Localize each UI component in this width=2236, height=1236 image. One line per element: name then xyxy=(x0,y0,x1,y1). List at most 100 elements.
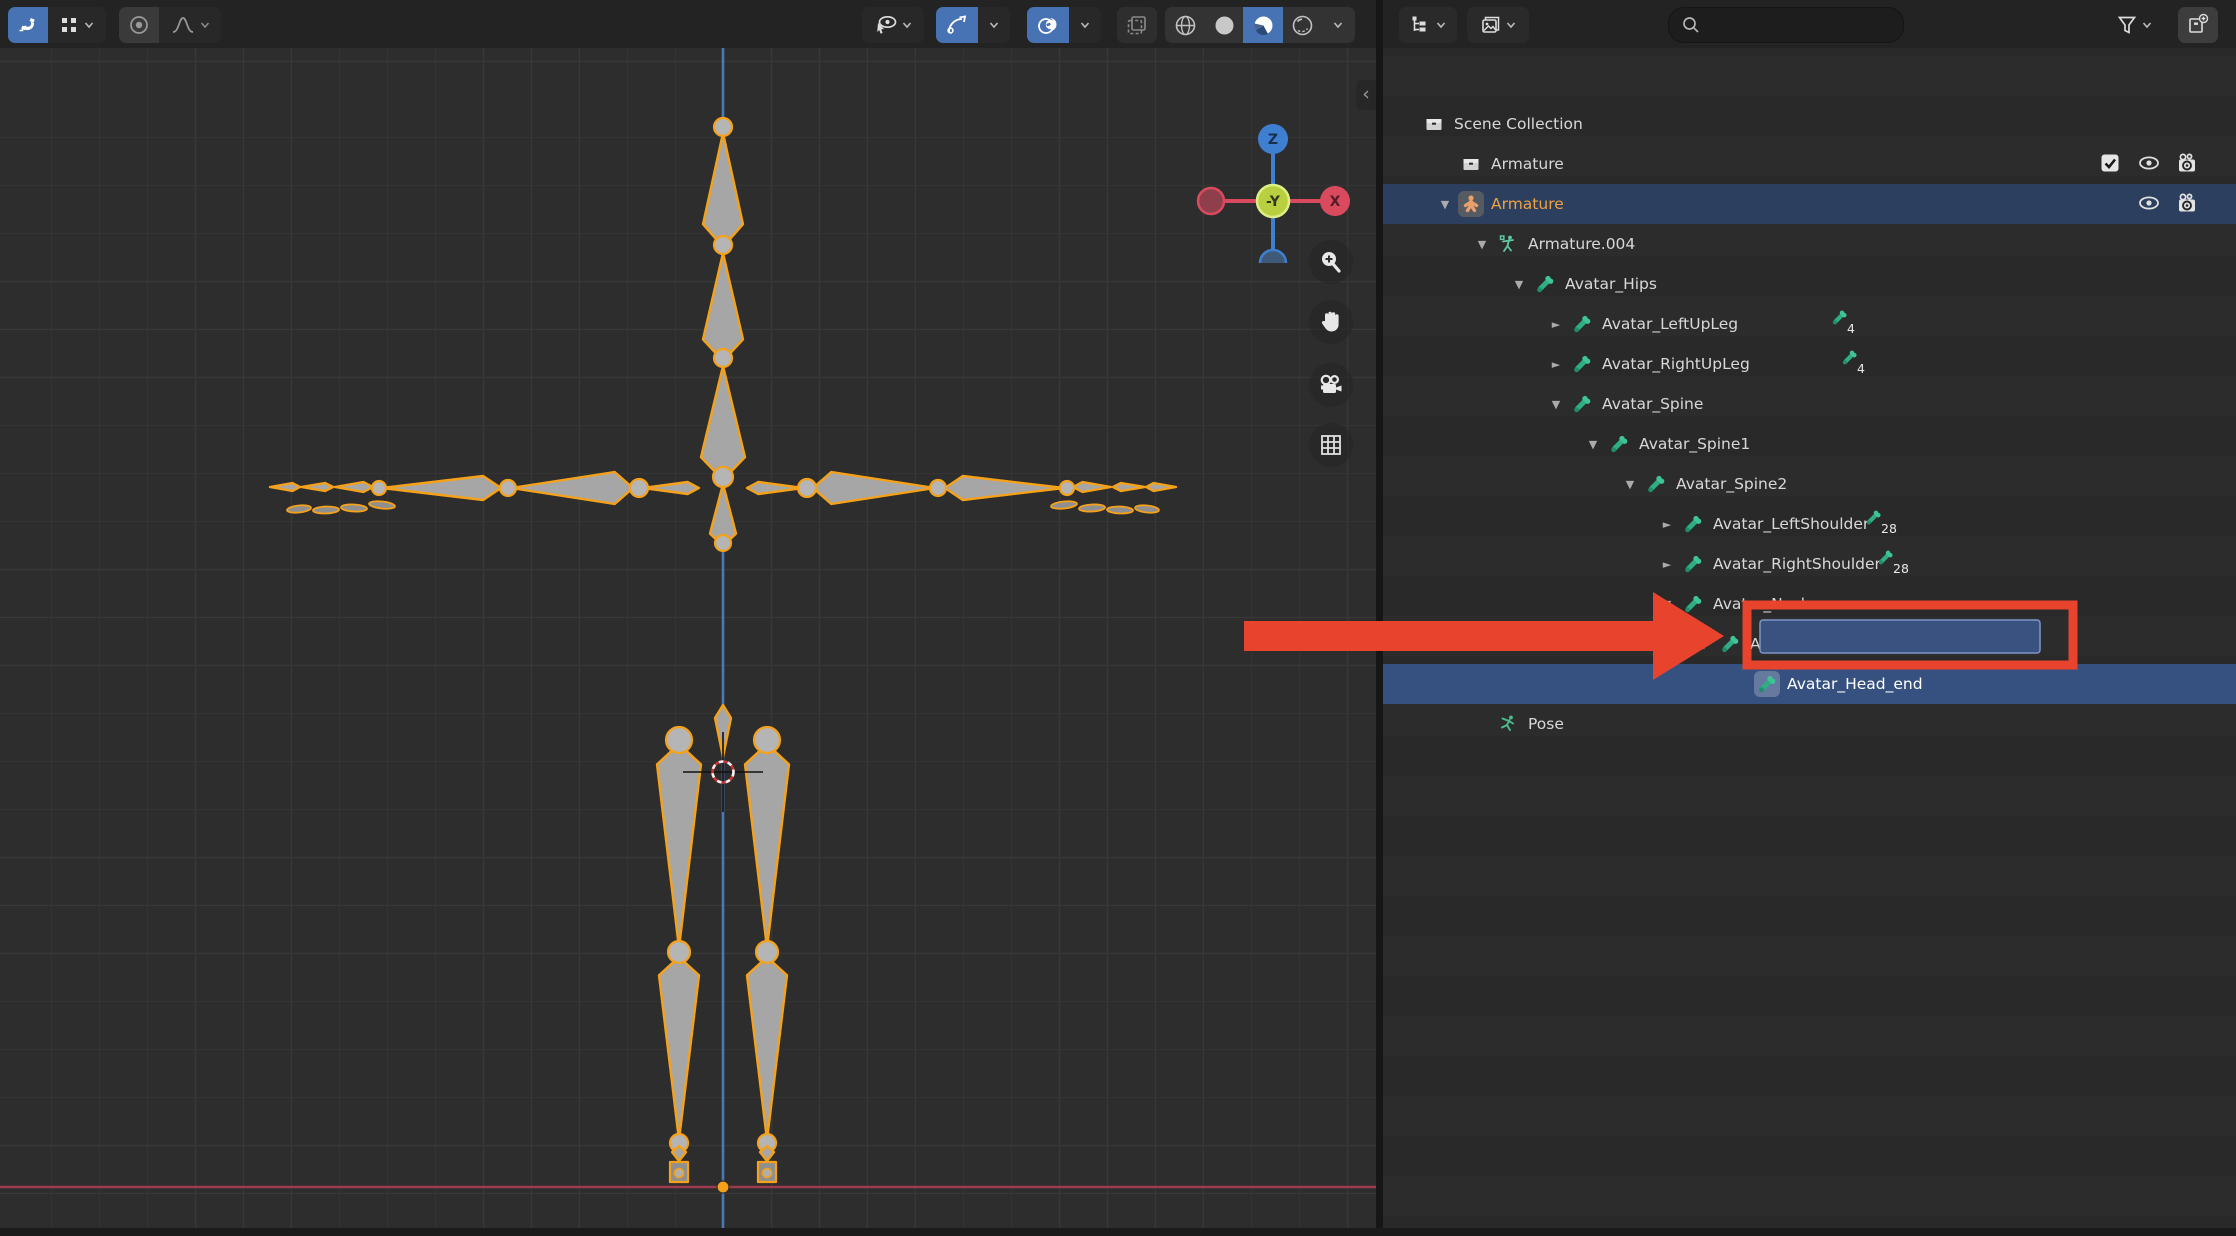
overlays-dropdown[interactable] xyxy=(1069,7,1101,43)
gizmo-icon xyxy=(946,14,968,36)
outliner-row-avatar-leftupleg[interactable]: ► Avatar_LeftUpLeg 4 xyxy=(1383,304,2236,344)
selectability-dropdown[interactable] xyxy=(862,7,924,43)
search-input[interactable] xyxy=(1668,7,1904,43)
gizmo-z-label: Z xyxy=(1268,132,1278,148)
chevron-down-icon xyxy=(989,20,999,30)
outliner-row-avatar-leftshoulder[interactable]: ►Avatar_LeftShoulder28 xyxy=(1383,504,2236,544)
row-label: Avatar_LeftUpLeg xyxy=(1602,315,1738,333)
disable-render-icon[interactable] xyxy=(2175,152,2199,176)
shading-material-button[interactable] xyxy=(1243,7,1283,43)
outliner-row-avatar-spine[interactable]: ▼Avatar_Spine xyxy=(1383,384,2236,424)
expander-closed-icon[interactable]: ► xyxy=(1654,518,1680,531)
outliner-row-avatar-spine1[interactable]: ▼ Avatar_Spine1 xyxy=(1383,424,2236,464)
armature-canvas xyxy=(0,48,1376,1228)
zoom-tool-icon xyxy=(1318,249,1344,275)
bone-icon xyxy=(1680,591,1706,617)
overlays-icon xyxy=(1037,14,1059,36)
expander-open-icon[interactable]: ▼ xyxy=(1543,398,1569,411)
display-mode-dropdown[interactable] xyxy=(1467,7,1529,43)
bone-icon xyxy=(1643,471,1669,497)
xray-toggle-button[interactable] xyxy=(1117,7,1157,43)
xray-icon xyxy=(1125,13,1149,37)
bone-icon xyxy=(1680,511,1706,537)
bone-count: 4 xyxy=(1847,321,1855,336)
shading-wireframe-button[interactable] xyxy=(1165,7,1205,43)
proportional-edit-button[interactable] xyxy=(119,7,159,43)
bone-count-badge: 28 xyxy=(1865,509,1905,539)
snap-toggle-button[interactable] xyxy=(8,7,48,43)
outliner-row-avatar-hips[interactable]: ▼ Avatar_Hips xyxy=(1383,264,2236,304)
row-label: Avatar_Neck xyxy=(1713,595,1810,613)
filter-dropdown[interactable] xyxy=(2105,7,2163,43)
bone-count-badge: 28 xyxy=(1877,549,1917,579)
shading-rendered-button[interactable] xyxy=(1283,7,1321,43)
expander-closed-icon[interactable]: ► xyxy=(1543,318,1569,331)
row-label: Armature xyxy=(1491,195,1564,213)
pan-tool-button[interactable] xyxy=(1309,300,1353,344)
outliner-row-armature-004[interactable]: ▼Armature.004 xyxy=(1383,224,2236,264)
outliner-row-avatar-neck[interactable]: ▼ Avatar_Neck xyxy=(1383,584,2236,624)
collection-icon xyxy=(1421,111,1447,137)
expander-open-icon[interactable]: ▼ xyxy=(1580,438,1606,451)
bone-icon xyxy=(1606,431,1632,457)
editor-separator[interactable] xyxy=(1376,0,1383,1236)
expander-open-icon[interactable]: ▼ xyxy=(1617,478,1643,491)
outliner-row-armature[interactable]: Armature xyxy=(1383,144,2236,184)
armature-object-icon xyxy=(1458,191,1484,217)
expander-open-icon[interactable]: ▼ xyxy=(1432,198,1458,211)
outliner-editor-icon xyxy=(1410,14,1432,36)
filter-funnel-icon xyxy=(2116,14,2138,36)
outliner-panel: Scene Collection Armature ▼ Armature ▼Armatu… xyxy=(1383,48,2236,1228)
navigation-gizmo[interactable]: XZ-Y xyxy=(1185,73,1365,263)
bone-count-badge: 4 xyxy=(1841,349,1881,379)
pan-hand-icon xyxy=(1318,309,1344,335)
editor-type-dropdown[interactable] xyxy=(1399,7,1457,43)
row-label: Scene Collection xyxy=(1454,115,1583,133)
row-label: Pose xyxy=(1528,715,1564,733)
expander-open-icon[interactable]: ▼ xyxy=(1469,238,1495,251)
shading-dropdown[interactable] xyxy=(1321,7,1355,43)
sidebar-collapse-arrow[interactable]: ‹ xyxy=(1356,80,1376,110)
outliner-row-avatar-rightshoulder[interactable]: ►Avatar_RightShoulder28 xyxy=(1383,544,2236,584)
chevron-down-icon xyxy=(1506,20,1516,30)
search-icon xyxy=(1681,15,1701,35)
outliner-row-pose[interactable]: Pose xyxy=(1383,704,2236,744)
row-label: Avatar_Head xyxy=(1750,635,1849,653)
row-label: Avatar_Hips xyxy=(1565,275,1657,293)
disable-render-icon[interactable] xyxy=(2175,192,2199,216)
outliner-row-scene-collection[interactable]: Scene Collection xyxy=(1383,104,2236,144)
show-overlays-button[interactable] xyxy=(1027,7,1069,43)
expander-open-icon[interactable]: ▼ xyxy=(1506,278,1532,291)
expander-closed-icon[interactable]: ► xyxy=(1654,558,1680,571)
row-label: Avatar_Spine1 xyxy=(1639,435,1750,453)
grid-ortho-button[interactable] xyxy=(1309,423,1353,467)
bone-icon xyxy=(1569,351,1595,377)
expander-open-icon[interactable]: ▼ xyxy=(1654,598,1680,611)
selectability-eye-icon xyxy=(874,14,898,36)
gizmo-x-label: X xyxy=(1330,194,1341,210)
outliner-row-avatar-head-end[interactable]: Avatar_Head_end xyxy=(1383,664,2236,704)
outliner-row-avatar-head[interactable]: ▼ Avatar_Head xyxy=(1383,624,2236,664)
gizmo-dropdown[interactable] xyxy=(978,7,1010,43)
outliner-row-avatar-rightupleg[interactable]: ►Avatar_RightUpLeg4 xyxy=(1383,344,2236,384)
hide-viewport-icon[interactable] xyxy=(2137,192,2161,216)
falloff-curve-icon xyxy=(171,15,195,35)
row-label: Avatar_Spine2 xyxy=(1676,475,1787,493)
camera-view-button[interactable] xyxy=(1309,363,1353,407)
snap-target-dropdown[interactable] xyxy=(48,7,106,43)
outliner-row-avatar-spine2[interactable]: ▼ Avatar_Spine2 xyxy=(1383,464,2236,504)
outliner-row-armature[interactable]: ▼ Armature xyxy=(1383,184,2236,224)
falloff-dropdown[interactable] xyxy=(159,7,221,43)
row-label: Avatar_Head_end xyxy=(1787,675,1923,693)
viewport-3d[interactable]: XZ-Y xyxy=(0,48,1376,1228)
shading-solid-button[interactable] xyxy=(1205,7,1243,43)
expander-open-icon[interactable]: ▼ xyxy=(1691,638,1717,651)
new-collection-button[interactable] xyxy=(2178,7,2218,43)
show-gizmo-button[interactable] xyxy=(936,7,978,43)
snap-target-icon xyxy=(60,16,78,34)
hide-viewport-icon[interactable] xyxy=(2137,152,2161,176)
exclude-checkbox[interactable] xyxy=(2099,152,2123,176)
expander-closed-icon[interactable]: ► xyxy=(1543,358,1569,371)
bone-count: 28 xyxy=(1893,561,1909,576)
zoom-tool-button[interactable] xyxy=(1309,240,1353,284)
